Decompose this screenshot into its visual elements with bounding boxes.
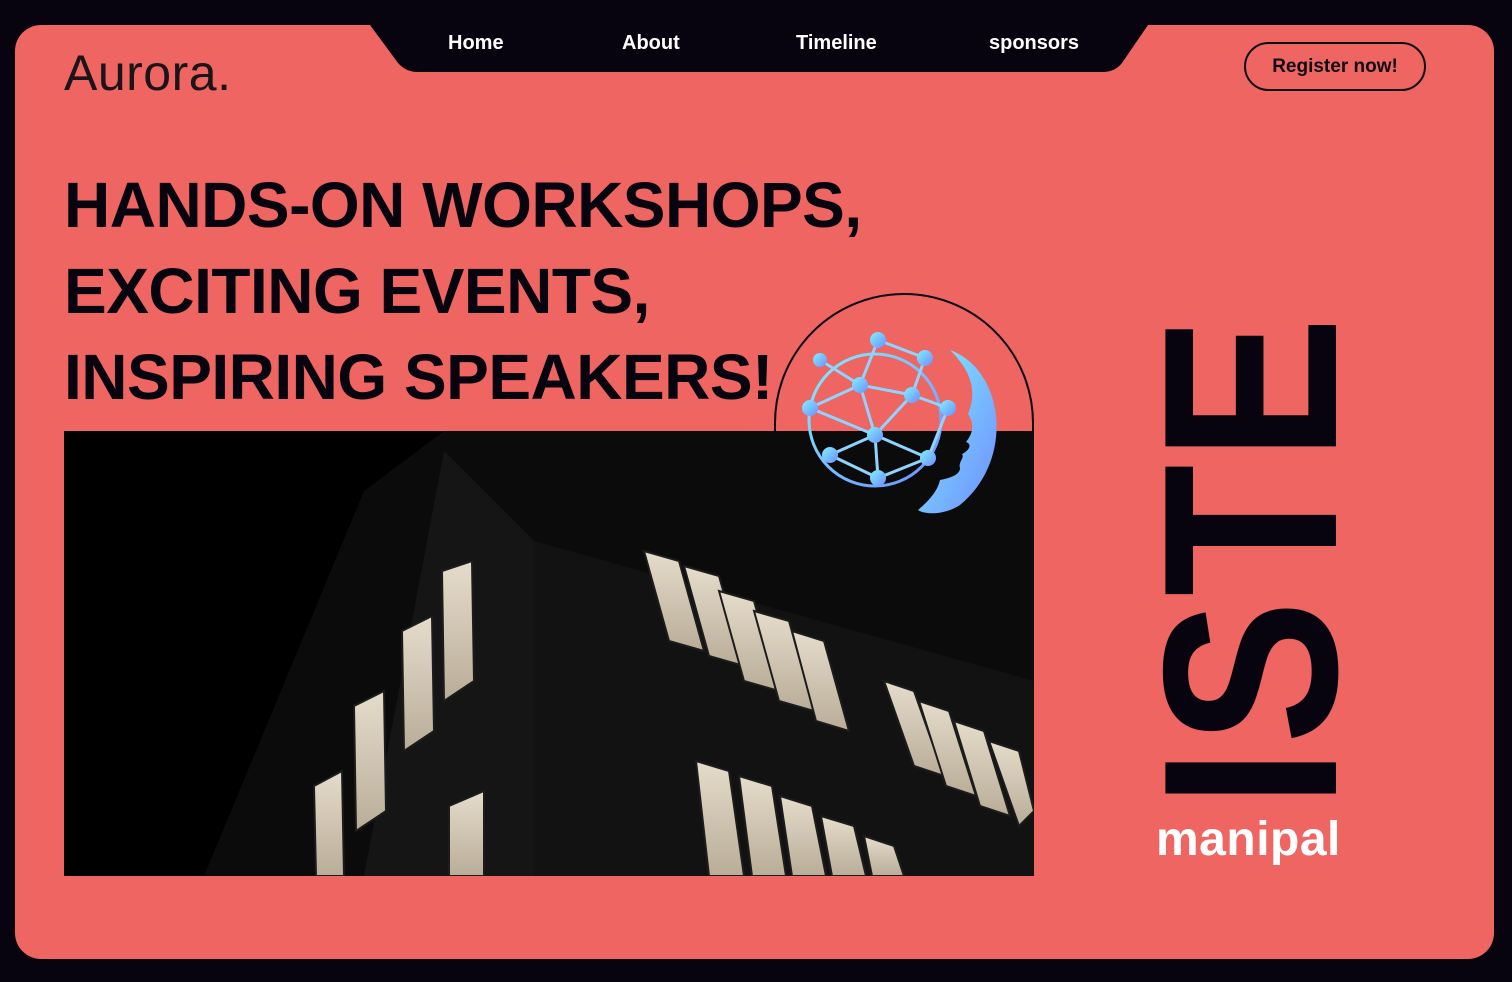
brain-network-face-icon bbox=[802, 332, 997, 514]
headline-line-1: HANDS-ON WORKSHOPS, bbox=[64, 169, 862, 241]
nav-item-home[interactable]: Home bbox=[448, 32, 504, 55]
iste-vertical-wordmark: ISTE bbox=[1130, 313, 1370, 808]
nav-item-timeline[interactable]: Timeline bbox=[796, 32, 877, 55]
hero-headline: HANDS-ON WORKSHOPS, EXCITING EVENTS, INS… bbox=[64, 162, 862, 420]
manipal-label: manipal bbox=[1156, 813, 1341, 866]
headline-line-2: EXCITING EVENTS, bbox=[64, 255, 650, 327]
nav-item-sponsors[interactable]: sponsors bbox=[989, 32, 1079, 55]
top-navigation: Home About Timeline sponsors bbox=[370, 25, 1148, 72]
register-button[interactable]: Register now! bbox=[1244, 42, 1426, 91]
site-logo[interactable]: Aurora. bbox=[64, 44, 231, 102]
iste-word: ISTE bbox=[1130, 313, 1370, 808]
headline-line-3: INSPIRING SPEAKERS! bbox=[64, 341, 773, 413]
nav-item-about[interactable]: About bbox=[622, 32, 680, 55]
